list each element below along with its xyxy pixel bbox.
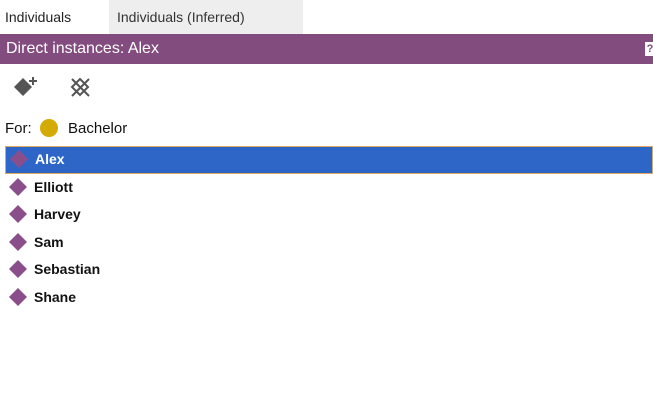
delete-individual-button[interactable]	[68, 74, 98, 104]
individual-name: Sam	[34, 233, 64, 250]
toolbar	[0, 64, 653, 116]
individual-icon	[9, 260, 27, 278]
for-class-line: For: Bachelor	[5, 116, 127, 142]
individual-name: Shane	[34, 288, 77, 305]
individual-icon	[9, 287, 27, 306]
individual-icon	[9, 232, 27, 251]
add-individual-icon	[14, 77, 37, 96]
list-item-sam[interactable]: Sam	[5, 229, 653, 257]
individual-icon	[9, 177, 27, 196]
tab-individuals[interactable]: Individuals	[0, 0, 109, 34]
individual-name: Harvey	[34, 206, 81, 222]
list-item-harvey[interactable]: Harvey	[5, 201, 653, 229]
list-item-shane[interactable]: Shane	[5, 284, 653, 312]
for-label: For:	[5, 120, 32, 137]
add-individual-button[interactable]	[12, 74, 42, 104]
delete-individual-icon	[70, 77, 90, 97]
tab-bar: Individuals Individuals (Inferred)	[0, 0, 653, 34]
view-header: Direct instances: Alex ?	[0, 34, 653, 64]
class-name[interactable]: Bachelor	[68, 120, 127, 137]
class-icon	[39, 119, 58, 137]
list-item-elliott[interactable]: Elliott	[5, 174, 653, 202]
individual-icon	[10, 150, 28, 168]
individuals-panel: Individuals Individuals (Inferred) Direc…	[0, 0, 653, 418]
help-icon[interactable]: ?	[645, 42, 653, 56]
individual-name: Elliott	[34, 178, 73, 195]
individuals-list[interactable]: Alex Elliott Harvey Sam Sebastian Shane	[5, 146, 653, 418]
individual-name: Alex	[35, 151, 65, 167]
view-title: Direct instances: Alex	[6, 40, 159, 57]
list-item-sebastian[interactable]: Sebastian	[5, 256, 653, 284]
individual-icon	[9, 205, 27, 223]
individual-name: Sebastian	[34, 261, 101, 277]
tab-individuals-inferred[interactable]: Individuals (Inferred)	[109, 0, 303, 34]
list-item-alex[interactable]: Alex	[5, 146, 653, 174]
